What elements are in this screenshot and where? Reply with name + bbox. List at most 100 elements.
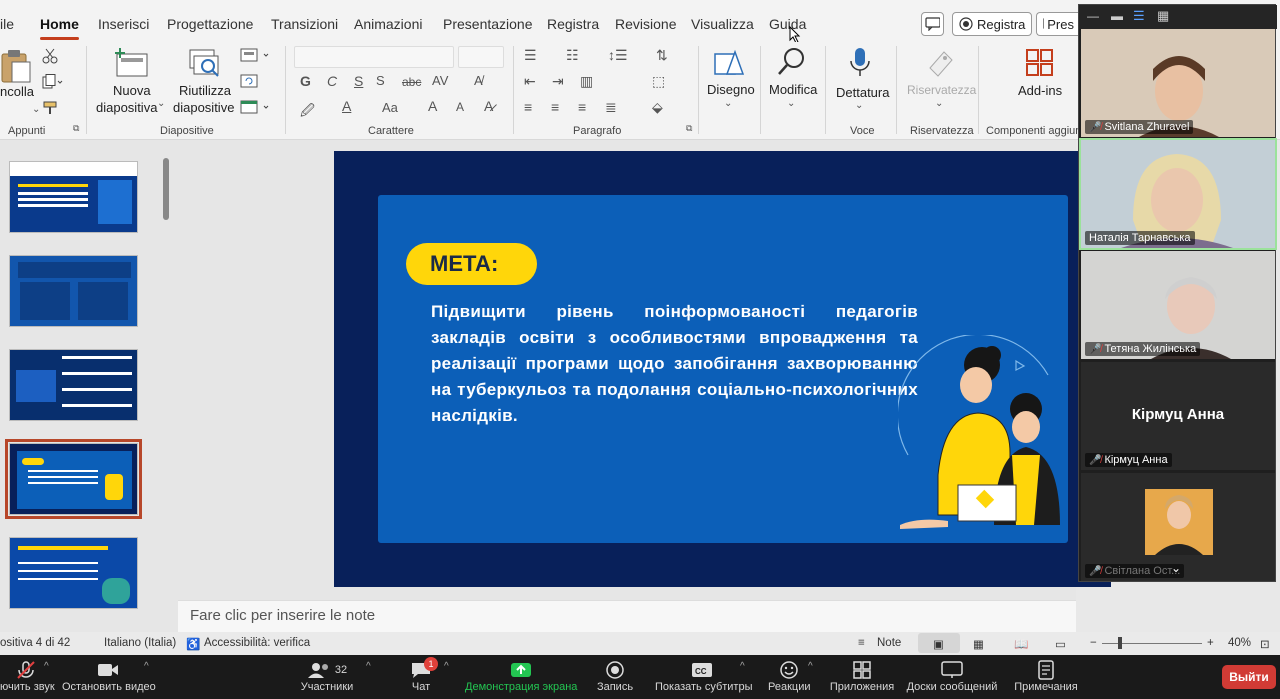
tab-transitions[interactable]: Transizioni [271, 16, 338, 32]
new-slide-dropdown-icon[interactable]: ⌄ [157, 98, 165, 109]
sensitivity-dropdown-icon[interactable]: ⌄ [935, 98, 943, 109]
strikethrough-button[interactable]: abc [402, 75, 421, 89]
reuse-slides-icon[interactable] [188, 48, 222, 80]
char-spacing-button[interactable]: AV [432, 73, 448, 88]
tab-insert[interactable]: Inserisci [98, 16, 149, 32]
font-color-icon[interactable]: A [342, 98, 351, 114]
minimize-icon[interactable]: — [1087, 9, 1099, 23]
line-spacing-icon[interactable]: ↕☰ [608, 47, 628, 64]
font-size-combo[interactable] [458, 46, 504, 68]
notes-pane[interactable]: Fare clic per inserire le note [178, 600, 1076, 632]
addins-icon[interactable] [1025, 48, 1055, 78]
chat-chevron-icon[interactable]: ^ [444, 661, 449, 672]
copy-icon[interactable] [42, 74, 64, 90]
share-screen-button[interactable]: Демонстрация экрана [465, 659, 577, 693]
speaker-view-icon[interactable]: ▬ [1111, 9, 1123, 23]
notes-button[interactable]: Примечания [1013, 659, 1079, 693]
zoom-level[interactable]: 40% [1228, 637, 1251, 649]
paragraph-launcher-icon[interactable]: ⧉ [686, 123, 692, 134]
tab-home[interactable]: Home [40, 16, 79, 40]
participant-tile-5[interactable]: 🎤̸ Світлана Ост... ⌄ [1081, 473, 1275, 581]
align-right-icon[interactable]: ≡ [578, 99, 586, 115]
current-slide[interactable]: МЕТА: Підвищити рівень поінформованості … [334, 151, 1111, 587]
slide-sorter-icon[interactable]: ▦ [973, 637, 984, 651]
text-direction-icon[interactable]: ⇅ [656, 47, 668, 64]
reactions-button[interactable]: Реакции [768, 659, 811, 693]
leave-meeting-button[interactable]: Выйти [1222, 665, 1276, 689]
decrease-indent-icon[interactable]: ⇤ [524, 73, 536, 90]
tab-slideshow[interactable]: Presentazione [443, 16, 533, 32]
participant-tile-3[interactable]: 🎤̸ Тетяна Жилінська [1081, 251, 1275, 359]
record-button[interactable]: Registra [952, 12, 1033, 36]
paste-dropdown-icon[interactable]: ⌄ [32, 104, 40, 115]
scroll-down-icon[interactable]: ⌄ [1171, 561, 1181, 575]
tab-record[interactable]: Registra [547, 16, 599, 32]
audio-options-chevron-icon[interactable]: ^ [44, 661, 49, 672]
highlight-icon[interactable]: 🖉 [300, 100, 315, 124]
zoom-slider-track[interactable] [1102, 643, 1202, 644]
fit-slide-icon[interactable]: ⊡ [1260, 637, 1270, 651]
change-case-button[interactable]: Aa [382, 100, 398, 115]
cut-icon[interactable] [42, 48, 58, 64]
columns-icon[interactable]: ▥ [580, 73, 593, 90]
italic-button[interactable]: C [327, 73, 337, 89]
align-center-icon[interactable]: ≡ [551, 99, 559, 115]
participant-tile-1[interactable]: 🎤̸ Svitlana Zhuravel [1081, 29, 1275, 137]
language-indicator[interactable]: Italiano (Italia) [104, 637, 176, 649]
slide-thumbnail-3[interactable] [9, 349, 138, 421]
underline-button[interactable]: S [354, 73, 363, 89]
stop-video-button[interactable]: Остановить видео [62, 659, 156, 693]
notes-toggle[interactable]: Note [877, 637, 901, 649]
smartart-icon[interactable]: ⬙ [652, 99, 663, 116]
participants-button[interactable]: 32 Участники [299, 659, 355, 693]
bold-button[interactable]: G [300, 73, 311, 89]
tab-animations[interactable]: Animazioni [354, 16, 422, 32]
tab-design[interactable]: Progettazione [167, 16, 253, 32]
video-options-chevron-icon[interactable]: ^ [144, 661, 149, 672]
slideshow-view-icon[interactable]: ▭ [1055, 637, 1066, 651]
font-name-combo[interactable] [294, 46, 454, 68]
tab-view[interactable]: Visualizza [691, 16, 754, 32]
bullets-icon[interactable]: ☰ [524, 47, 537, 64]
grid-view-icon[interactable]: ▦ [1157, 8, 1169, 24]
clipboard-launcher-icon[interactable]: ⧉ [73, 123, 79, 134]
gallery-strip-icon[interactable]: ☰ [1133, 8, 1145, 24]
captions-chevron-icon[interactable]: ^ [740, 661, 745, 672]
notes-icon[interactable]: ≡ [858, 637, 865, 649]
editing-dropdown-icon[interactable]: ⌄ [787, 98, 795, 109]
reset-icon[interactable] [240, 74, 260, 90]
numbering-icon[interactable]: ☷ [566, 47, 579, 64]
slide-thumbnail-4-selected[interactable] [5, 439, 142, 519]
participants-chevron-icon[interactable]: ^ [366, 661, 371, 672]
grow-font-button[interactable]: A [428, 98, 437, 114]
align-left-icon[interactable]: ≡ [524, 99, 532, 115]
present-button[interactable]: Pres [1036, 12, 1080, 36]
zoom-out-icon[interactable]: − [1090, 637, 1097, 649]
slide-thumbnail-1[interactable] [9, 161, 138, 233]
dictation-dropdown-icon[interactable]: ⌄ [855, 100, 863, 111]
reactions-chevron-icon[interactable]: ^ [808, 661, 813, 672]
zoom-slider-thumb[interactable] [1118, 637, 1122, 649]
paste-icon[interactable] [0, 48, 34, 84]
align-text-icon[interactable]: ⬚ [652, 73, 665, 90]
apps-button[interactable]: Приложения [829, 659, 895, 693]
tab-file[interactable]: ile [0, 16, 14, 32]
drawing-dropdown-icon[interactable]: ⌄ [724, 98, 732, 109]
record-meeting-button[interactable]: Запись [596, 659, 634, 693]
microphone-icon[interactable] [848, 46, 872, 80]
comments-button[interactable] [921, 12, 944, 36]
accessibility-icon[interactable]: ♿ [186, 637, 200, 651]
tab-review[interactable]: Revisione [615, 16, 676, 32]
captions-button[interactable]: CC Показать субтитры [655, 659, 753, 693]
drawing-icon[interactable] [711, 46, 747, 80]
participant-tile-2-active-speaker[interactable]: Наталія Тарнавська [1079, 138, 1277, 250]
reading-view-icon[interactable]: 📖 [1014, 637, 1028, 651]
editing-search-icon[interactable] [776, 46, 808, 78]
section-icon[interactable] [240, 100, 272, 116]
zoom-in-icon[interactable]: + [1207, 637, 1214, 649]
increase-indent-icon[interactable]: ⇥ [552, 73, 564, 90]
slide-thumbnail-5[interactable] [9, 537, 138, 609]
clear-format-icon[interactable]: A̸ [474, 73, 483, 88]
sensitivity-icon[interactable] [926, 48, 954, 78]
thumbnail-scrollbar[interactable] [162, 148, 170, 623]
